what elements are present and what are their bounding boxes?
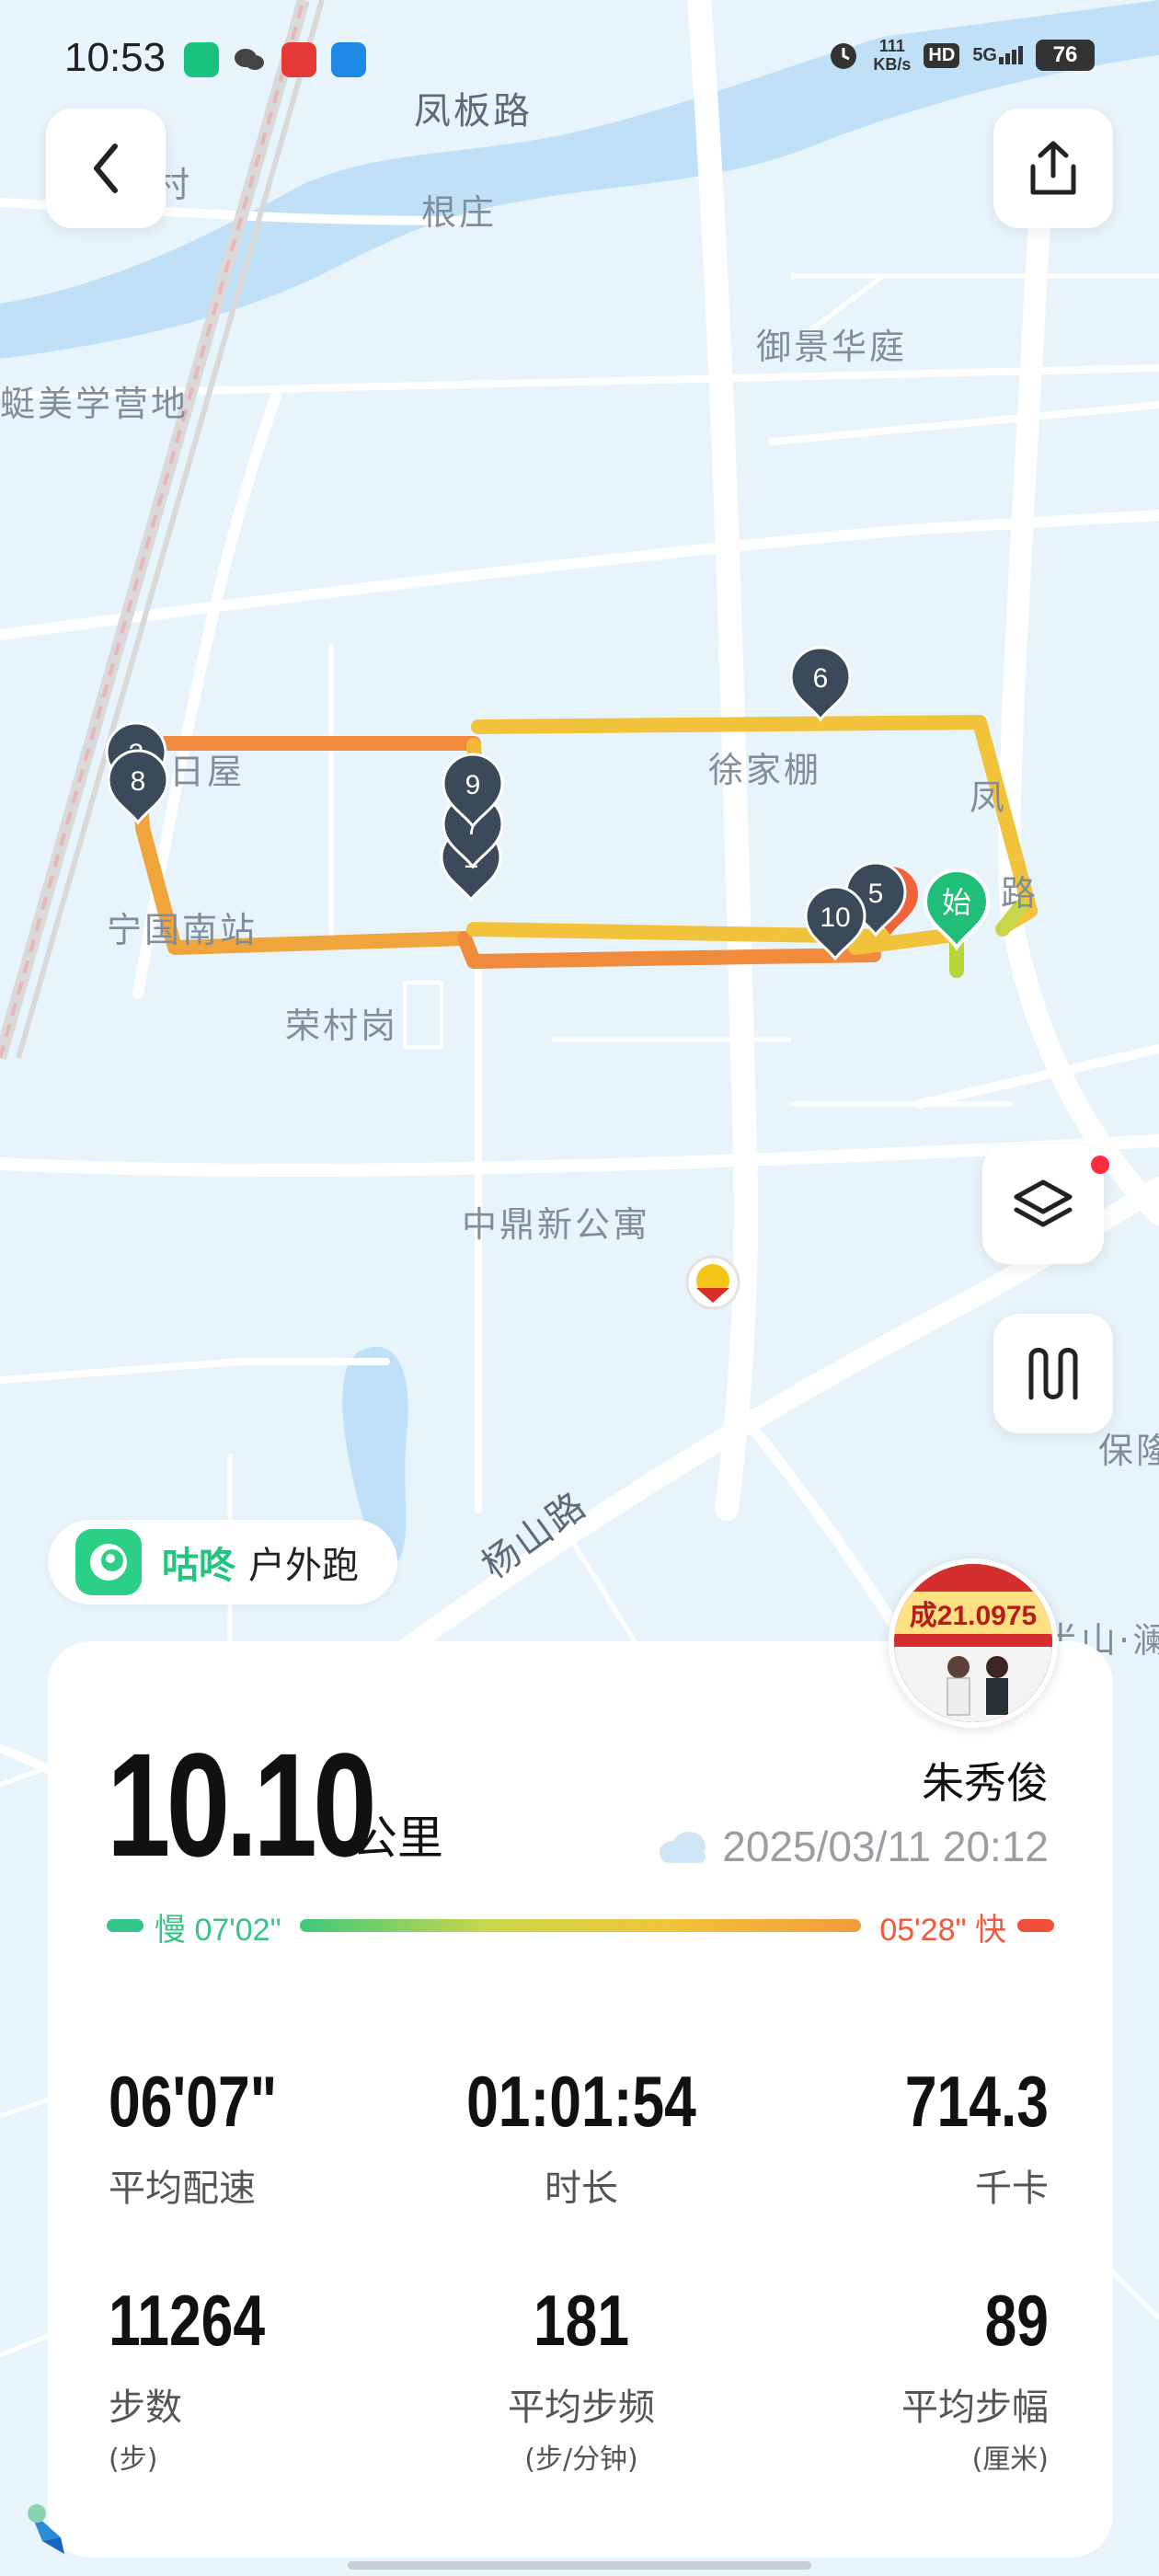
avatar[interactable]: 成21.0975: [889, 1558, 1058, 1728]
pace-gradient-bar: [300, 1919, 861, 1932]
stat-cadence: 181 平均步频 (步/分钟): [425, 2283, 738, 2477]
pace-slow-label: 慢 07'02": [155, 1913, 281, 1948]
taobao-icon: [281, 42, 316, 77]
svg-text:成21.0975: 成21.0975: [910, 1601, 1037, 1631]
stat-value: 714.3: [904, 2061, 1049, 2142]
pace-legend: 慢 07'02" 05'28" 快: [107, 1901, 1054, 1956]
status-indicators: 111 KB/s HD 5G 76: [827, 37, 1095, 74]
stat-value: 11264: [109, 2280, 266, 2361]
stat-calories: 714.3 千卡: [736, 2064, 1049, 2212]
stat-label: 时长: [545, 2168, 618, 2210]
brand-badge: 咕咚 户外跑: [48, 1520, 397, 1604]
stat-label: 千卡: [975, 2168, 1049, 2210]
stat-value: 181: [533, 2280, 630, 2361]
share-button[interactable]: [993, 109, 1113, 228]
signal-icon: 5G: [972, 46, 1023, 64]
distance-unit: 公里: [351, 1811, 443, 1865]
km-marker-6[interactable]: 6: [789, 646, 852, 722]
stat-label: 平均配速: [109, 2168, 256, 2210]
km-marker-label: 9: [465, 770, 481, 800]
battery-icon: 76: [1036, 40, 1095, 71]
stat-label: 步数: [109, 2386, 182, 2429]
stat-label: 平均步幅: [901, 2386, 1049, 2429]
summary-card: 10.10 公里 朱秀俊 2025/03/11 20:12 慢 07'02" 0…: [48, 1641, 1113, 2558]
app-blue-icon: [331, 42, 366, 77]
network-speed: 111 KB/s: [873, 37, 912, 74]
codoon-logo-icon: [75, 1529, 142, 1595]
stat-avg-pace: 06'07" 平均配速: [109, 2064, 421, 2212]
avatar-photo: 成21.0975: [894, 1564, 1052, 1722]
brand-name: 咕咚: [162, 1545, 235, 1587]
share-icon: [1030, 141, 1076, 195]
start-marker[interactable]: 始: [923, 868, 991, 951]
km-marker-8[interactable]: 8: [107, 749, 169, 825]
status-time: 10:53: [64, 35, 166, 80]
km-marker-label: 5: [868, 879, 884, 909]
stat-unit: (步/分钟): [524, 2444, 638, 2476]
stat-stride: 89 平均步幅 (厘米): [736, 2283, 1049, 2477]
layers-icon: [1014, 1179, 1073, 1227]
pace-fast-cap: [1017, 1919, 1054, 1932]
stat-unit: (厘米): [971, 2444, 1049, 2476]
stat-value: 06'07": [109, 2061, 278, 2142]
back-button[interactable]: [46, 109, 166, 228]
activity-datetime: 2025/03/11 20:12: [722, 1823, 1049, 1870]
floating-helper-icon[interactable]: [24, 2501, 88, 2559]
pace-fast-label: 05'28" 快: [879, 1913, 1006, 1948]
stat-duration: 01:01:54 时长: [425, 2064, 738, 2212]
pace-slow-cap: [107, 1919, 143, 1932]
stat-label: 平均步频: [508, 2386, 655, 2429]
km-marker-label: 10: [820, 903, 850, 933]
track-icon: [1028, 1348, 1078, 1400]
start-marker-label: 始: [942, 885, 971, 920]
cloud-icon: [660, 1832, 706, 1863]
alarm-icon: [831, 43, 857, 69]
map-layers-button[interactable]: [982, 1144, 1104, 1264]
hd-badge: HD: [924, 42, 960, 68]
notification-dot: [1091, 1156, 1109, 1174]
km-marker-label: 6: [813, 663, 829, 694]
stat-value: 89: [984, 2280, 1049, 2361]
chevron-left-icon: [94, 144, 118, 193]
status-bar: 10:53 111 KB/s HD 5G 76: [0, 0, 1159, 120]
stat-unit: (步): [109, 2444, 158, 2476]
stat-value: 01:01:54: [466, 2061, 696, 2142]
stat-steps: 11264 步数 (步): [109, 2283, 421, 2477]
wechat-icon: [235, 49, 264, 70]
activity-type: 户外跑: [248, 1545, 359, 1587]
km-marker-label: 8: [131, 766, 146, 797]
app-notification-icon: [184, 42, 219, 77]
distance-value: 10.10: [107, 1722, 377, 1887]
user-name: 朱秀俊: [922, 1758, 1049, 1808]
home-indicator[interactable]: [348, 2561, 811, 2570]
route-track-button[interactable]: [993, 1314, 1113, 1433]
date-row: 2025/03/11 20:12: [654, 1822, 1049, 1871]
km-marker-10[interactable]: 10: [804, 885, 866, 961]
